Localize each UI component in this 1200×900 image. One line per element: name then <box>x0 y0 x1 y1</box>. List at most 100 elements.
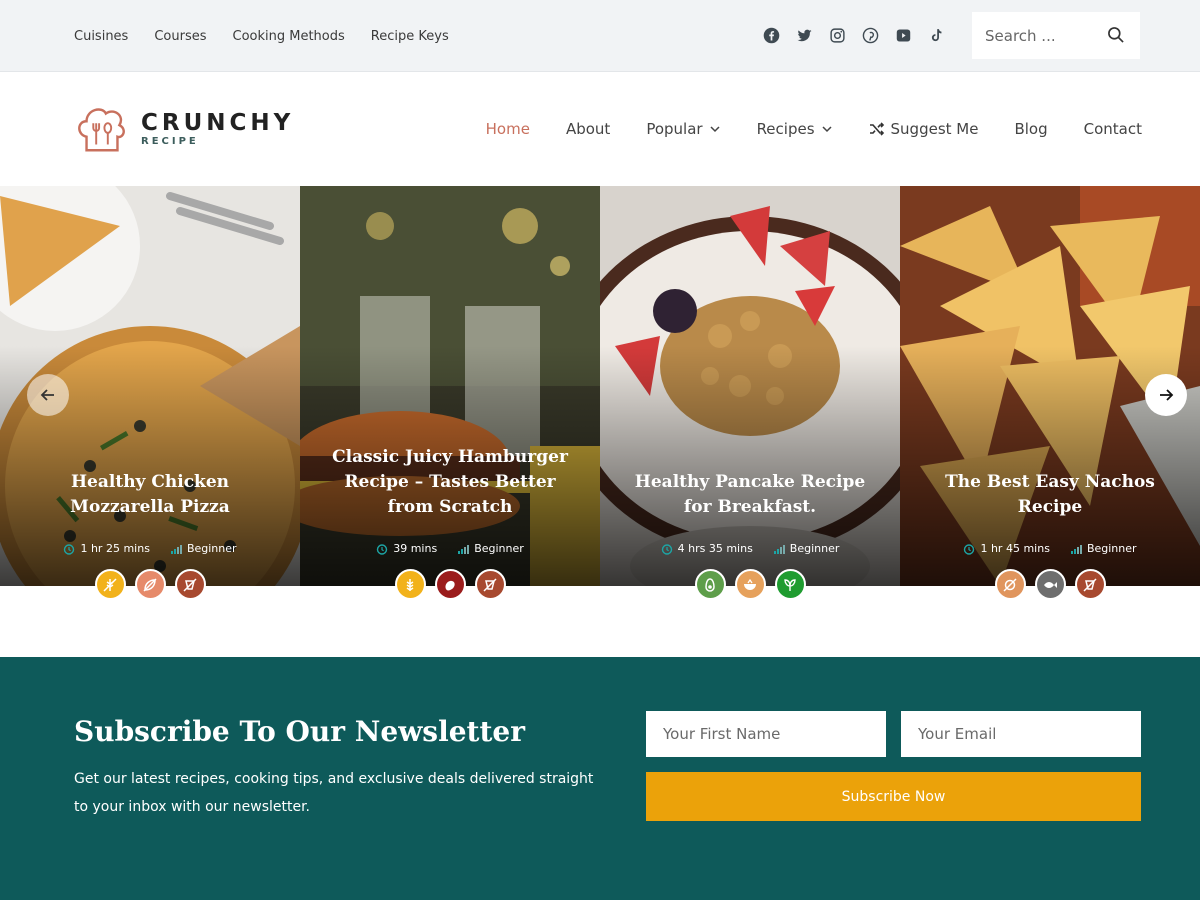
subscribe-button[interactable]: Subscribe Now <box>646 772 1141 821</box>
twitter-icon[interactable] <box>795 26 813 44</box>
difficulty-bars-icon <box>458 544 470 554</box>
recipe-title[interactable]: Healthy Chicken Mozzarella Pizza <box>20 470 280 520</box>
recipe-level-text: Beginner <box>1086 542 1137 555</box>
recipe-level-text: Beginner <box>789 542 840 555</box>
top-nav-recipe-keys[interactable]: Recipe Keys <box>371 29 449 44</box>
slider-next-button[interactable] <box>1145 374 1187 416</box>
email-field[interactable] <box>901 711 1141 757</box>
search-box <box>972 12 1140 59</box>
recipe-time: 1 hr 25 mins <box>63 542 150 555</box>
recipe-level: Beginner <box>1070 542 1137 555</box>
nav-about[interactable]: About <box>566 120 610 138</box>
facebook-icon[interactable] <box>762 26 780 44</box>
recipe-slider: Healthy Chicken Mozzarella Pizza 1 hr 25… <box>0 186 1200 600</box>
tiktok-icon[interactable] <box>927 26 945 44</box>
site-header: CRUNCHY RECIPE Home About Popular Recipe… <box>0 72 1200 186</box>
nav-home[interactable]: Home <box>486 120 530 138</box>
top-nav-cuisines[interactable]: Cuisines <box>74 29 128 44</box>
difficulty-bars-icon <box>773 544 785 554</box>
fish-icon[interactable] <box>1034 569 1066 600</box>
nav-suggest-me-label: Suggest Me <box>890 120 979 138</box>
recipe-meta: 1 hr 25 mins Beginner <box>0 542 300 555</box>
instagram-icon[interactable] <box>828 26 846 44</box>
chef-hat-logo-icon <box>78 108 125 152</box>
top-nav-cooking-methods[interactable]: Cooking Methods <box>233 29 345 44</box>
site-logo[interactable]: CRUNCHY RECIPE <box>73 100 294 158</box>
wheat-free-icon[interactable] <box>94 569 126 600</box>
diet-badges <box>900 569 1200 600</box>
recipe-time: 1 hr 45 mins <box>963 542 1050 555</box>
top-nav: Cuisines Courses Cooking Methods Recipe … <box>74 0 449 72</box>
recipe-title[interactable]: Classic Juicy Hamburger Recipe – Tastes … <box>320 445 580 520</box>
no-meat-icon[interactable] <box>474 569 506 600</box>
chevron-down-icon <box>822 126 832 133</box>
bowl-icon[interactable] <box>734 569 766 600</box>
nav-suggest-me[interactable]: Suggest Me <box>869 120 979 138</box>
first-name-field[interactable] <box>646 711 886 757</box>
recipe-time: 39 mins <box>376 542 437 555</box>
nav-popular-label: Popular <box>646 120 703 138</box>
recipe-time-text: 39 mins <box>393 542 438 555</box>
slider-prev-button[interactable] <box>27 374 69 416</box>
difficulty-bars-icon <box>1070 544 1082 554</box>
no-meat-icon[interactable] <box>1074 569 1106 600</box>
nav-contact-label: Contact <box>1083 120 1142 138</box>
difficulty-bars-icon <box>170 544 182 554</box>
newsletter-title: Subscribe To Our Newsletter <box>74 715 525 748</box>
recipe-time: 4 hrs 35 mins <box>661 542 753 555</box>
top-nav-courses[interactable]: Courses <box>154 29 206 44</box>
logo-subtitle: RECIPE <box>141 136 199 147</box>
vegan-icon[interactable] <box>774 569 806 600</box>
logo-title: CRUNCHY <box>141 110 295 136</box>
recipe-level: Beginner <box>170 542 237 555</box>
avocado-icon[interactable] <box>694 569 726 600</box>
recipe-level-text: Beginner <box>474 542 524 555</box>
recipe-card[interactable]: Healthy Pancake Recipe for Breakfast. 4 … <box>600 186 900 586</box>
no-meat-icon[interactable] <box>174 569 206 600</box>
recipe-level: Beginner <box>457 542 524 555</box>
clock-icon <box>964 543 975 555</box>
recipe-meta: 39 mins Beginner <box>300 542 600 555</box>
search-icon[interactable] <box>1106 25 1126 45</box>
no-nut-icon[interactable] <box>994 569 1026 600</box>
shuffle-icon <box>869 122 884 136</box>
arrow-left-icon <box>40 389 54 401</box>
meat-icon[interactable] <box>434 569 466 600</box>
nav-popular[interactable]: Popular <box>646 120 720 138</box>
nav-contact[interactable]: Contact <box>1084 120 1142 138</box>
nav-about-label: About <box>565 120 611 138</box>
recipe-title[interactable]: Healthy Pancake Recipe for Breakfast. <box>620 470 880 520</box>
pinterest-icon[interactable] <box>861 26 879 44</box>
search-input[interactable] <box>985 26 1105 45</box>
recipe-card[interactable]: Classic Juicy Hamburger Recipe – Tastes … <box>300 186 600 586</box>
youtube-icon[interactable] <box>894 26 912 44</box>
nav-recipes[interactable]: Recipes <box>757 120 833 138</box>
recipe-time-text: 1 hr 25 mins <box>80 542 150 555</box>
nav-home-label: Home <box>485 120 530 138</box>
diet-badges <box>0 569 300 600</box>
diet-badges <box>600 569 900 600</box>
grain-icon[interactable] <box>394 569 426 600</box>
social-links <box>762 26 945 44</box>
recipe-title[interactable]: The Best Easy Nachos Recipe <box>920 470 1180 520</box>
clock-icon <box>64 543 75 555</box>
recipe-meta: 1 hr 45 mins Beginner <box>900 542 1200 555</box>
clock-icon <box>661 543 672 555</box>
arrow-right-icon <box>1160 389 1174 401</box>
recipe-level-text: Beginner <box>186 542 237 555</box>
newsletter-section: Subscribe To Our Newsletter Get our late… <box>0 657 1200 900</box>
recipe-time-text: 4 hrs 35 mins <box>677 542 753 555</box>
main-nav: Home About Popular Recipes Suggest Me Bl… <box>486 72 1142 186</box>
clock-icon <box>377 543 388 555</box>
top-bar: Cuisines Courses Cooking Methods Recipe … <box>0 0 1200 72</box>
nav-blog[interactable]: Blog <box>1014 120 1047 138</box>
chevron-down-icon <box>710 126 720 133</box>
newsletter-description: Get our latest recipes, cooking tips, an… <box>74 771 594 815</box>
recipe-meta: 4 hrs 35 mins Beginner <box>600 542 900 555</box>
nav-recipes-label: Recipes <box>756 120 815 138</box>
diet-badges <box>300 569 600 600</box>
no-leaf-icon[interactable] <box>134 569 166 600</box>
recipe-time-text: 1 hr 45 mins <box>980 542 1050 555</box>
recipe-level: Beginner <box>773 542 840 555</box>
nav-blog-label: Blog <box>1014 120 1048 138</box>
